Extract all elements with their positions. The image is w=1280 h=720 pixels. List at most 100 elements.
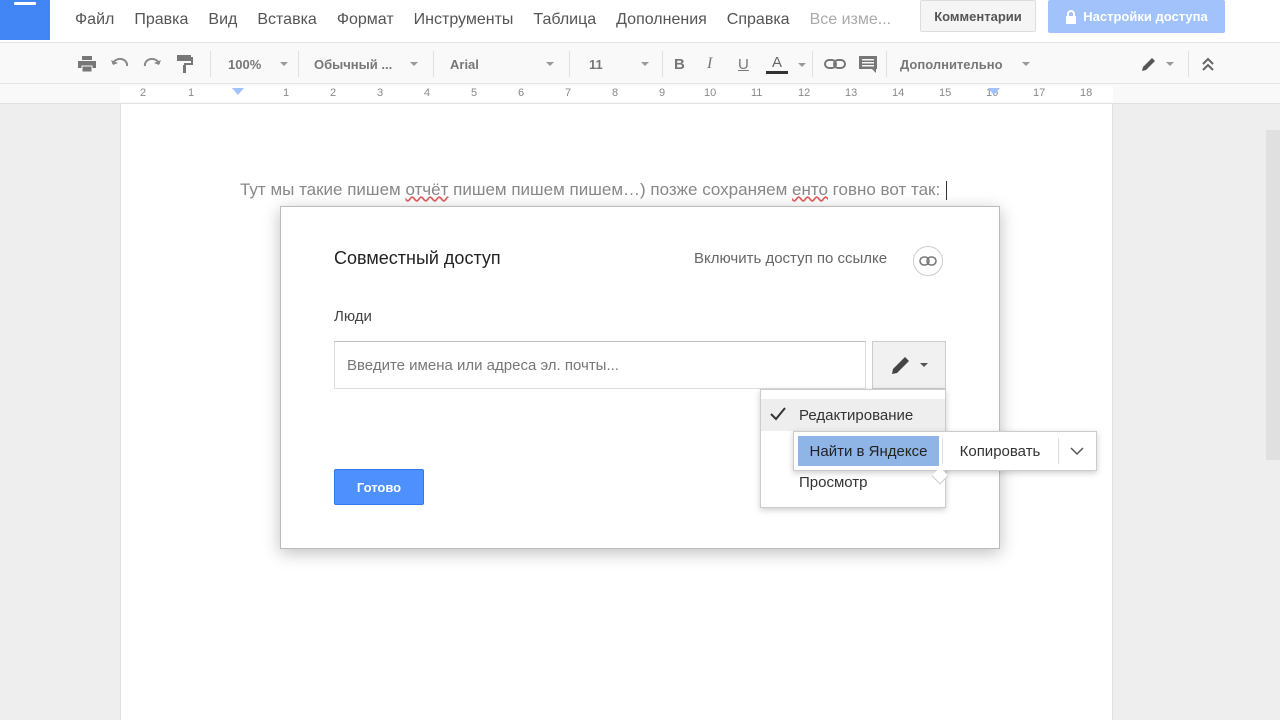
permission-option-label: Просмотр [799,473,868,491]
right-indent-marker[interactable] [988,88,1000,95]
document-text-part: Тут мы такие пишем [240,180,406,199]
save-status[interactable]: Все изме... [810,11,892,29]
chevron-down-icon[interactable] [1062,436,1092,466]
toolbar: 100% Обычный ... Arial 11 B I U A Дополн… [0,42,1280,84]
font-select[interactable]: Arial [450,52,554,76]
collapse-icon[interactable] [1200,52,1216,76]
ruler-number: 15 [939,87,952,99]
menu-help[interactable]: Справка [727,11,790,29]
text-cursor [946,181,948,201]
done-button[interactable]: Готово [334,469,424,505]
chevron-down-icon [410,62,418,66]
misspelled-word: енто [792,180,828,199]
chevron-down-icon [1022,62,1030,66]
ruler-number: 11 [751,87,763,99]
left-indent-marker[interactable] [232,88,244,95]
style-select[interactable]: Обычный ... [314,52,418,76]
menu-bar: Файл Правка Вид Вставка Формат Инструмен… [0,0,1280,42]
redo-icon[interactable] [142,52,162,76]
popup-divider [1058,438,1059,464]
comments-button[interactable]: Комментарии [920,0,1036,32]
chevron-down-icon [1166,62,1174,66]
chevron-down-icon [546,62,554,66]
yandex-selection-popup: Найти в Яндексе Копировать [793,431,1097,485]
font-size-value: 11 [589,56,603,72]
menu-edit[interactable]: Правка [134,11,188,29]
chevron-down-icon [920,363,928,367]
menu-file[interactable]: Файл [75,11,114,29]
ruler-number: 14 [892,87,905,99]
ruler-number: 13 [845,87,858,99]
toolbar-divider [298,51,299,77]
copy-button[interactable]: Копировать [944,436,1056,466]
document-text-part: пишем пишем пишем…) позже сохраняем [448,180,793,199]
ruler-number: 17 [1033,87,1046,99]
more-menu[interactable]: Дополнительно [900,52,1030,76]
people-input[interactable]: Введите имена или адреса эл. почты... [334,341,866,389]
toolbar-divider [569,51,570,77]
ruler-number: 9 [659,87,666,99]
toolbar-divider [1188,51,1189,77]
ruler-number: 8 [612,87,619,99]
permission-select-button[interactable] [872,341,946,389]
ruler-number: 2 [140,87,147,99]
permission-option-label: Редактирование [799,406,914,424]
scrollbar[interactable] [1266,130,1280,460]
toolbar-divider [210,51,211,77]
zoom-value: 100% [228,56,262,72]
undo-icon[interactable] [110,52,130,76]
check-icon [770,407,786,421]
zoom-select[interactable]: 100% [228,52,288,76]
document-text[interactable]: Тут мы такие пишем отчёт пишем пишем пиш… [240,180,948,201]
comment-icon[interactable] [858,52,878,76]
text-color-button[interactable]: A [766,52,788,76]
popup-divider [942,438,943,464]
link-icon[interactable] [913,246,943,276]
pencil-icon [892,357,909,374]
chevron-down-icon[interactable] [798,63,806,67]
ruler-number: 3 [377,87,384,99]
find-in-yandex-button[interactable]: Найти в Яндексе [798,436,939,466]
ruler-number: 10 [704,87,717,99]
toolbar-divider [886,51,887,77]
ruler-number: 6 [518,87,525,99]
chevron-down-icon [280,62,288,66]
people-label: Люди [334,308,372,325]
link-icon[interactable] [824,52,846,76]
menu-tools[interactable]: Инструменты [414,11,514,29]
font-size-select[interactable]: 11 [589,52,649,76]
toolbar-divider [662,51,663,77]
italic-button[interactable]: I [707,52,712,76]
bold-button[interactable]: B [674,52,685,76]
permission-option-edit[interactable]: Редактирование [761,399,945,431]
ruler-number: 1 [188,87,195,99]
toolbar-divider [812,51,813,77]
share-button[interactable]: Настройки доступа [1048,0,1225,33]
docs-logo-icon[interactable] [0,0,50,40]
chevron-down-icon [641,62,649,66]
menu-view[interactable]: Вид [208,11,237,29]
menu-table[interactable]: Таблица [533,11,596,29]
pencil-icon [1142,58,1155,71]
editing-mode-button[interactable] [1140,52,1174,76]
ruler-number: 12 [798,87,811,99]
menu-addons[interactable]: Дополнения [616,11,707,29]
font-value: Arial [450,56,479,72]
toolbar-divider [433,51,434,77]
lock-icon [1066,9,1077,24]
underline-button[interactable]: U [738,52,749,76]
ruler-number: 4 [424,87,431,99]
ruler: 2 1 1 2 3 4 5 6 7 8 9 10 11 12 13 14 15 … [0,84,1280,104]
share-button-label: Настройки доступа [1083,9,1208,24]
ruler-number: 1 [283,87,290,99]
style-value: Обычный ... [314,56,393,72]
menu-format[interactable]: Формат [337,11,394,29]
print-icon[interactable] [78,52,96,76]
dialog-title: Совместный доступ [334,248,501,268]
text-color-glyph: A [771,53,782,71]
more-label: Дополнительно [900,56,1003,72]
paint-format-icon[interactable] [176,52,194,76]
link-sharing-toggle[interactable]: Включить доступ по ссылке [694,250,887,267]
ruler-number: 18 [1080,87,1093,99]
menu-insert[interactable]: Вставка [257,11,316,29]
